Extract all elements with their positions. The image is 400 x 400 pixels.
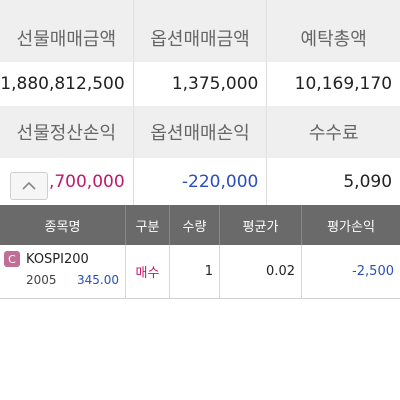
futures-settlement-pnl-label: 선물정산손익 <box>16 123 117 144</box>
instrument-expiry: 2005 <box>26 273 57 287</box>
total-deposit-label: 예탁총액 <box>266 0 400 62</box>
options-trade-amount-value: 1,375,000 <box>132 62 267 106</box>
avg-price-cell: 0.02 <box>220 245 302 298</box>
options-trade-pnl-label: 옵션매매손익 <box>132 106 267 158</box>
strike-price: 345.00 <box>77 273 119 287</box>
total-deposit-value: 10,169,170 <box>266 62 400 106</box>
col-header-avg-price[interactable]: 평균가 <box>220 205 302 245</box>
quantity-cell: 1 <box>170 245 220 298</box>
valuation-pnl-cell: -2,500 <box>352 264 394 279</box>
options-trade-amount-label: 옵션매매금액 <box>132 0 267 62</box>
col-header-instrument[interactable]: 종목명 <box>0 205 126 245</box>
futures-trade-amount-label: 선물매매금액 <box>16 29 117 50</box>
commission-value: 5,090 <box>266 158 400 205</box>
summary-label-row-1: 선물매매금액 옵션매매금액 예탁총액 <box>0 0 400 62</box>
trade-type-cell: 매수 <box>126 245 170 298</box>
instrument-name: KOSPI200 <box>26 251 89 267</box>
summary-label-row-2: 선물정산손익 옵션매매손익 수수료 <box>0 106 400 158</box>
col-header-type[interactable]: 구분 <box>126 205 170 245</box>
summary-value-row-1: 1,880,812,500 1,375,000 10,169,170 <box>0 62 400 106</box>
summary-value-row-2: 1,700,000 -220,000 5,090 <box>0 158 400 205</box>
chevron-up-icon <box>22 181 36 190</box>
collapse-button[interactable] <box>10 172 48 200</box>
options-trade-pnl-value: -220,000 <box>132 158 267 205</box>
col-header-valuation-pnl[interactable]: 평가손익 <box>302 205 400 245</box>
futures-trade-amount-value: 1,880,812,500 <box>0 74 125 94</box>
account-summary: 선물매매금액 옵션매매금액 예탁총액 1,880,812,500 1,375,0… <box>0 0 400 205</box>
table-row[interactable]: C KOSPI200 2005 345.00 매수 1 0.02 -2,500 <box>0 245 400 299</box>
positions-table-header: 종목명 구분 수량 평균가 평가손익 <box>0 205 400 245</box>
instrument-cell: C KOSPI200 2005 345.00 <box>0 245 126 298</box>
col-header-quantity[interactable]: 수량 <box>170 205 220 245</box>
call-option-badge: C <box>4 251 20 267</box>
commission-label: 수수료 <box>266 106 400 158</box>
